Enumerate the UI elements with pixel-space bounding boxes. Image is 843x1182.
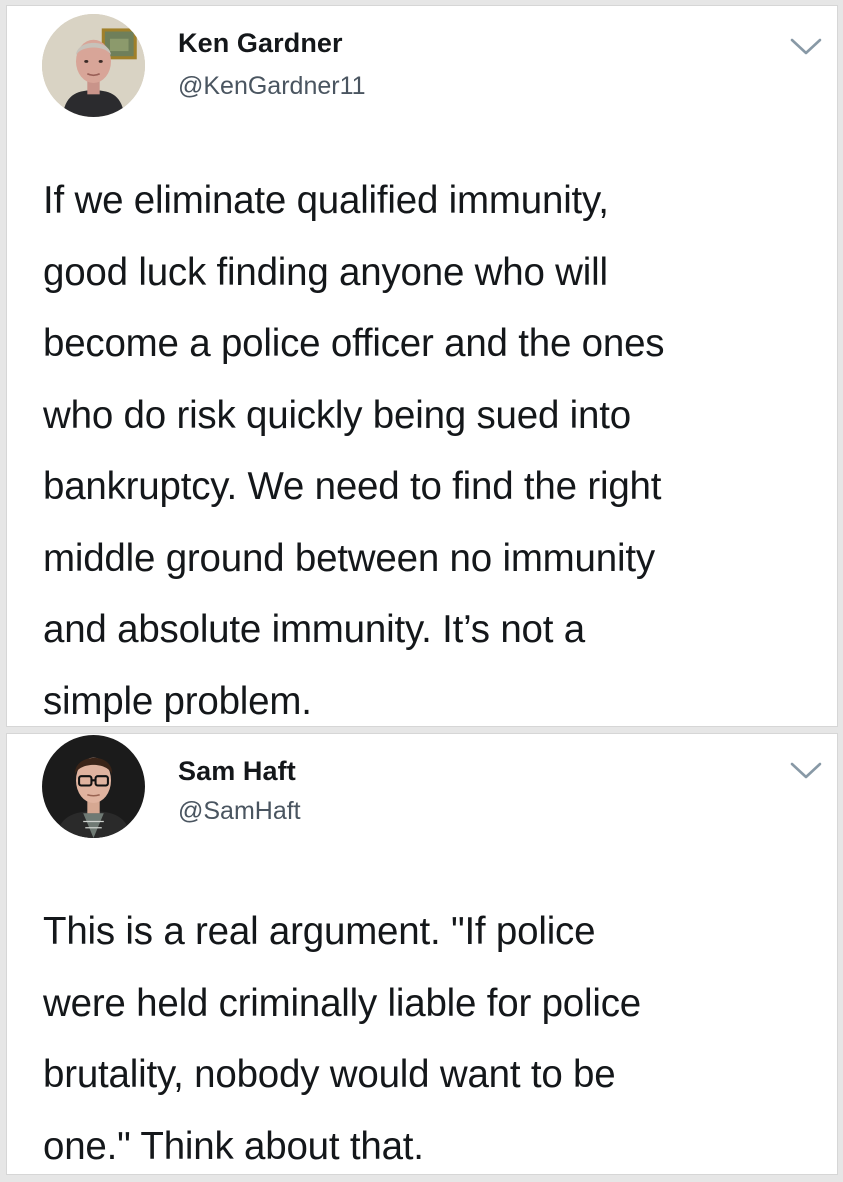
tweet-text: If we eliminate qualified immunity, good… (43, 179, 665, 723)
avatar-photo (42, 735, 145, 838)
chevron-down-icon[interactable] (789, 760, 823, 782)
display-name[interactable]: Sam Haft (178, 756, 296, 787)
user-handle[interactable]: @KenGardner11 (178, 72, 366, 101)
user-handle[interactable]: @SamHaft (178, 797, 301, 826)
tweet-text: This is a real argument. "If police were… (43, 910, 641, 1168)
display-name[interactable]: Ken Gardner (178, 28, 343, 59)
tweet-card-sam-haft[interactable]: Sam Haft @SamHaft This is a real argumen… (7, 734, 837, 1174)
chevron-down-icon[interactable] (789, 36, 823, 58)
avatar[interactable] (42, 14, 145, 117)
avatar[interactable] (42, 735, 145, 838)
avatar-photo (42, 14, 145, 117)
tweet-card-ken-gardner[interactable]: Ken Gardner @KenGardner11 If we eliminat… (7, 6, 837, 726)
